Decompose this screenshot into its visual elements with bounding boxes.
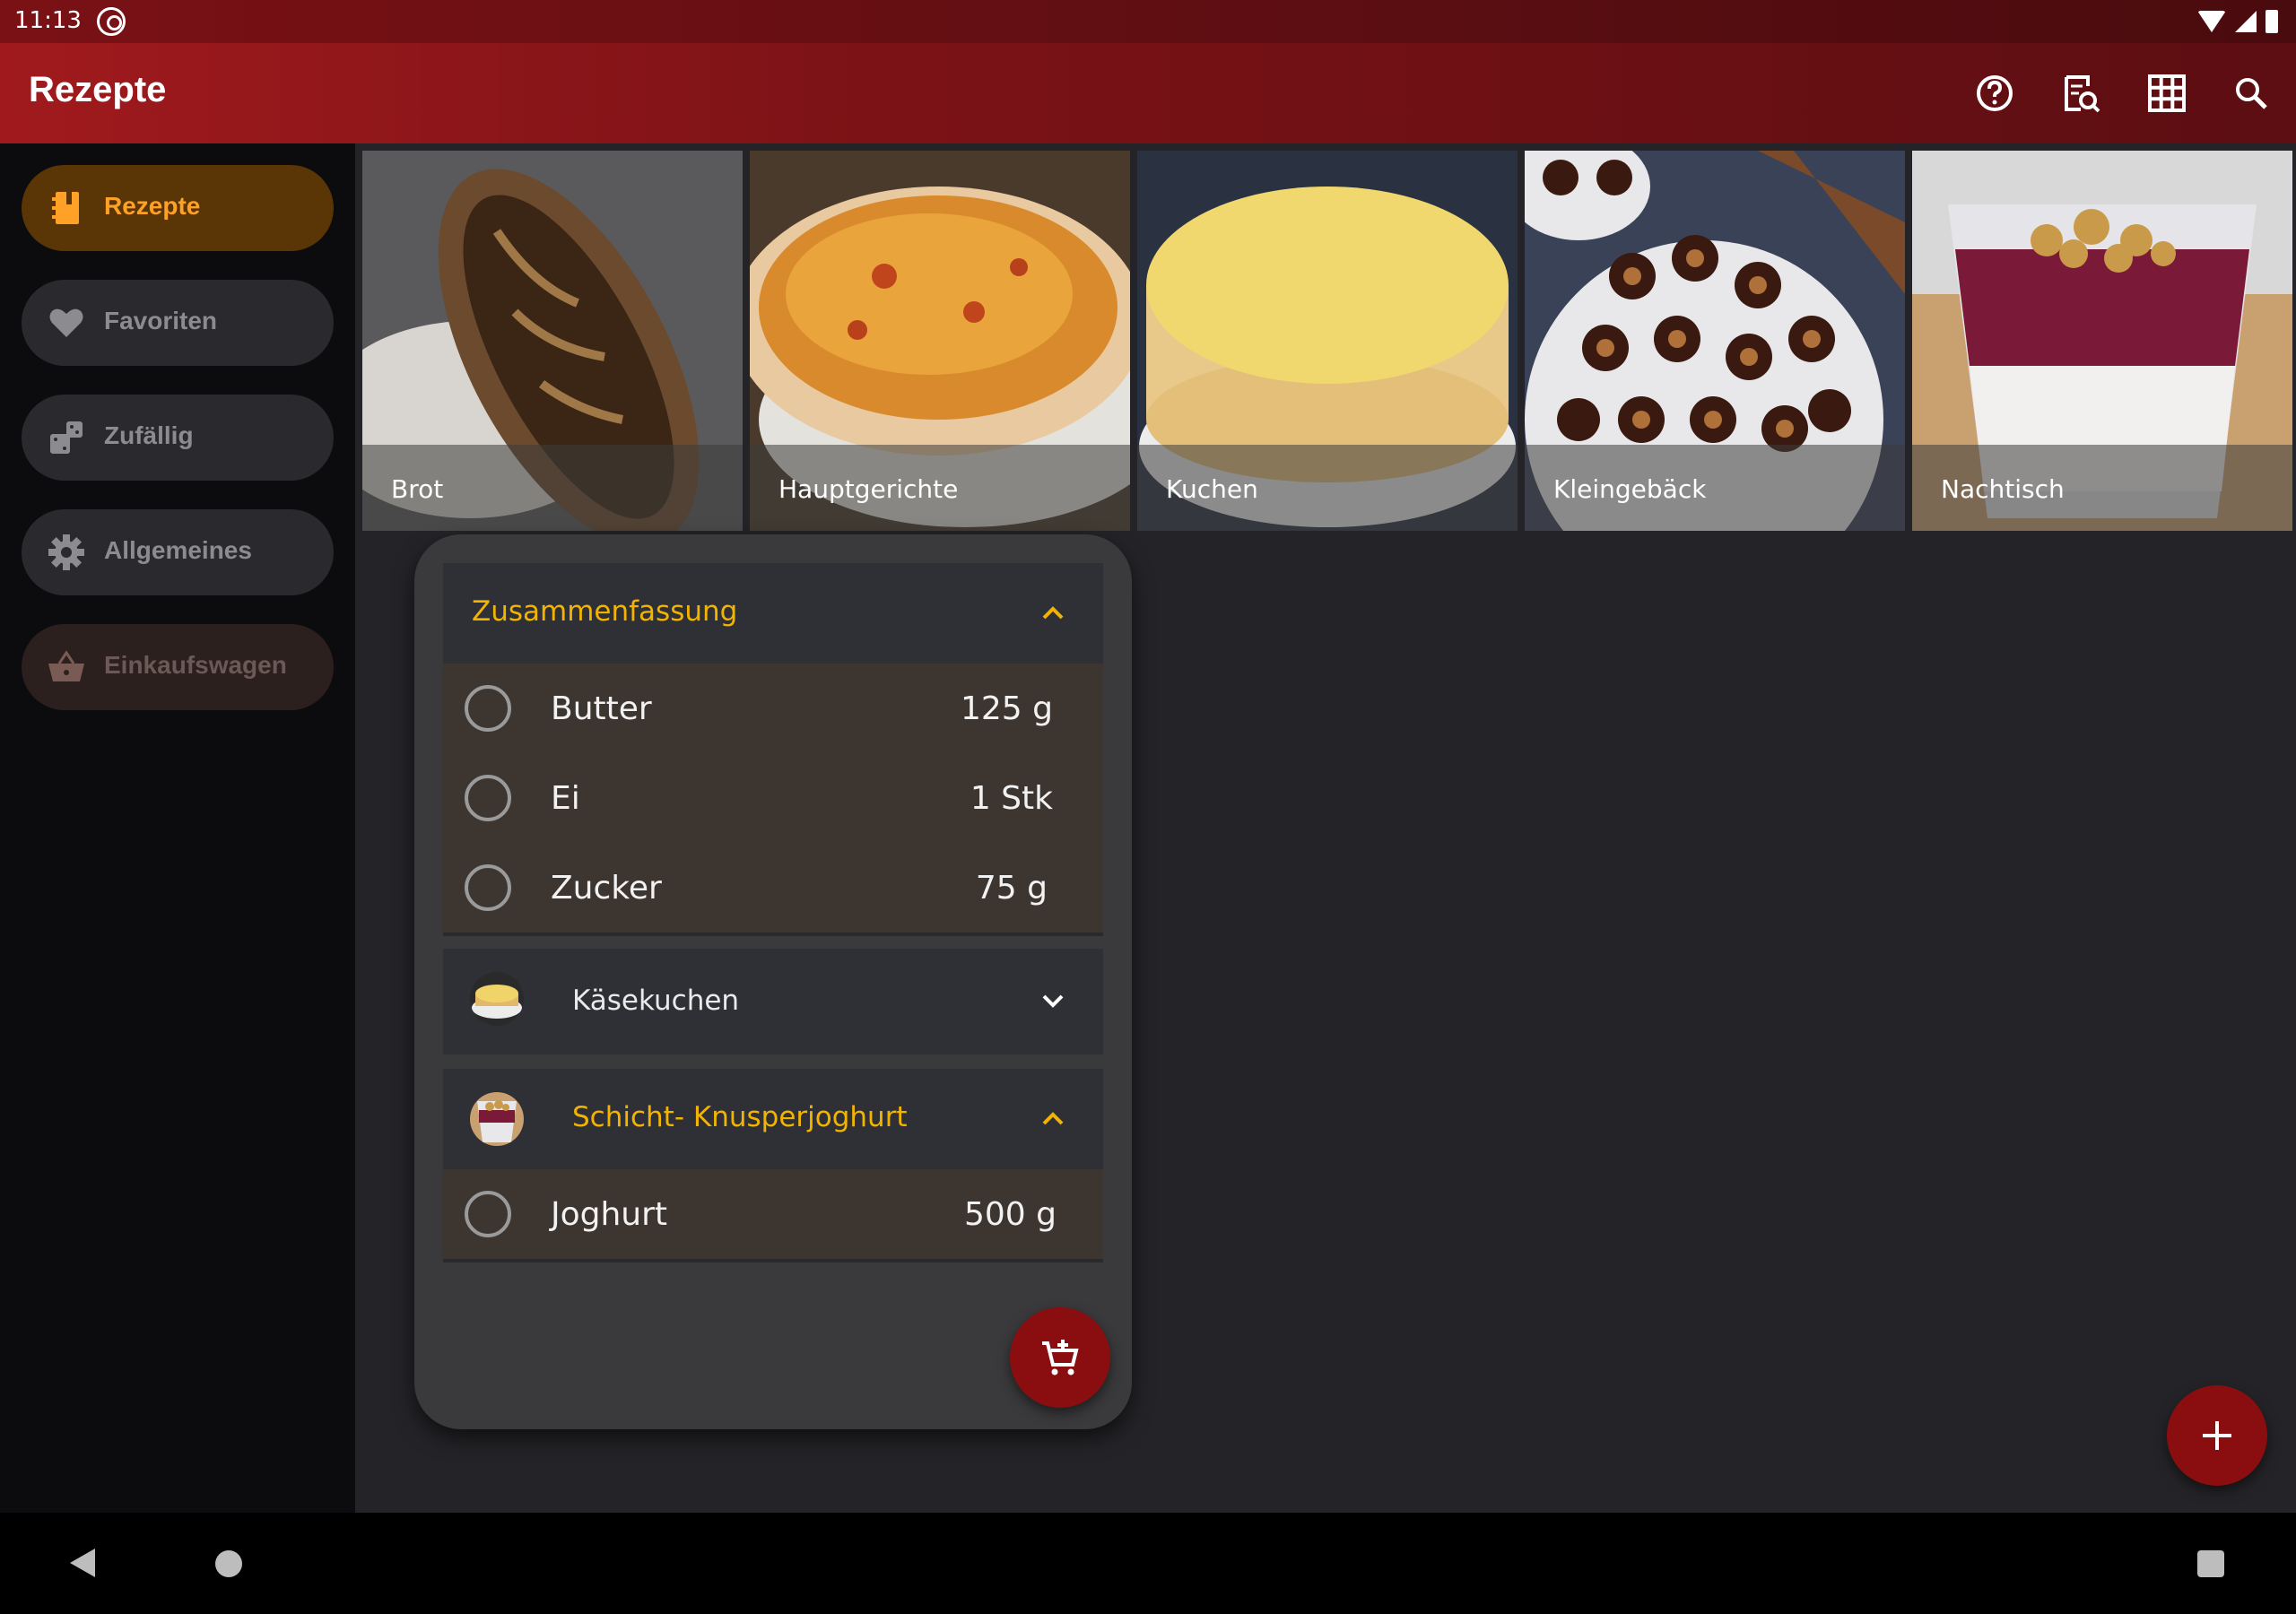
sidebar-item-favoriten[interactable]: Favoriten — [22, 280, 334, 366]
gear-icon — [48, 534, 84, 570]
category-tile-hauptgerichte[interactable]: Hauptgerichte — [750, 151, 1130, 531]
section-header-kaesekuchen[interactable]: Käsekuchen — [443, 949, 1103, 1054]
section-header-zusammenfassung[interactable]: Zusammenfassung — [443, 563, 1103, 664]
section-items: Butter 125 g Ei 1 Stk Zucker 75 g — [443, 664, 1103, 936]
chevron-down-icon[interactable] — [1039, 986, 1067, 1015]
item-quantity: 125 g — [960, 690, 1053, 727]
category-tile-kleingebaeck[interactable]: Kleingebäck — [1525, 151, 1905, 531]
list-item[interactable]: Joghurt 500 g — [443, 1169, 1103, 1259]
status-bar: 11:13 — [0, 0, 2296, 43]
section-title: Zusammenfassung — [472, 595, 738, 628]
notification-icon — [97, 7, 126, 36]
item-name: Ei — [551, 780, 580, 817]
search-icon[interactable] — [2226, 68, 2276, 118]
recents-icon[interactable] — [2197, 1550, 2224, 1577]
item-quantity: 500 g — [963, 1196, 1057, 1233]
wifi-icon — [2197, 11, 2226, 32]
recipe-search-icon[interactable] — [2056, 68, 2106, 118]
dice-icon — [50, 421, 83, 454]
section-items: Joghurt 500 g — [443, 1169, 1103, 1263]
sidebar-item-label: Favoriten — [104, 307, 218, 334]
category-label: Kuchen — [1166, 474, 1258, 504]
list-item[interactable]: Zucker 75 g — [443, 843, 1103, 933]
status-time: 11:13 — [14, 7, 82, 34]
category-tile-brot[interactable]: Brot — [362, 151, 743, 531]
category-label: Nachtisch — [1941, 474, 2065, 504]
item-quantity: 1 Stk — [970, 780, 1053, 817]
add-recipe-button[interactable] — [2167, 1385, 2267, 1486]
chevron-up-icon[interactable] — [1039, 1105, 1067, 1133]
category-label: Kleingebäck — [1553, 474, 1707, 504]
plus-icon — [2215, 1421, 2219, 1450]
item-quantity: 75 g — [975, 870, 1048, 907]
status-indicators — [2197, 9, 2278, 34]
basket-icon — [48, 650, 84, 681]
item-name: Butter — [551, 690, 652, 727]
battery-icon — [2266, 10, 2278, 33]
sidebar-item-einkaufswagen[interactable]: Einkaufswagen — [22, 624, 334, 710]
sidebar-item-label: Zufällig — [104, 421, 194, 449]
help-icon[interactable] — [1970, 68, 2020, 118]
add-to-cart-button[interactable] — [1010, 1307, 1110, 1408]
category-label: Brot — [391, 474, 444, 504]
item-name: Zucker — [551, 870, 662, 907]
sidebar-item-label: Einkaufswagen — [104, 651, 287, 679]
cheesecake-thumbnail — [470, 972, 524, 1026]
category-tile-kuchen[interactable]: Kuchen — [1137, 151, 1518, 531]
chevron-up-icon[interactable] — [1039, 599, 1067, 628]
home-icon[interactable] — [215, 1550, 242, 1577]
section-title: Schicht- Knusperjoghurt — [572, 1101, 908, 1133]
section-title: Käsekuchen — [572, 985, 740, 1017]
sidebar: Rezepte Favoriten Zufällig Allgemeines E… — [0, 143, 355, 1513]
category-label: Hauptgerichte — [778, 474, 959, 504]
app-bar: Rezepte — [0, 43, 2296, 143]
cart-plus-icon — [1042, 1340, 1079, 1375]
page-title: Rezepte — [29, 70, 167, 109]
shopping-list-card: Zusammenfassung Butter 125 g Ei 1 Stk Zu… — [414, 534, 1132, 1429]
section-header-schicht-knusperjoghurt[interactable]: Schicht- Knusperjoghurt — [443, 1069, 1103, 1169]
screen: 11:13 Rezepte Rezepte Favoriten Zufällig… — [0, 0, 2296, 1614]
sidebar-item-rezepte[interactable]: Rezepte — [22, 165, 334, 251]
dessert-thumbnail — [470, 1092, 524, 1146]
item-checkbox[interactable] — [465, 685, 511, 732]
item-name: Joghurt — [551, 1196, 668, 1233]
heart-icon — [49, 308, 83, 337]
sidebar-item-allgemeines[interactable]: Allgemeines — [22, 509, 334, 595]
sidebar-item-zufaellig[interactable]: Zufällig — [22, 395, 334, 481]
back-icon[interactable] — [70, 1549, 95, 1577]
item-checkbox[interactable] — [465, 864, 511, 911]
recipe-book-icon — [52, 192, 79, 224]
system-navigation-bar — [0, 1513, 2296, 1614]
sidebar-item-label: Allgemeines — [104, 536, 252, 564]
grid-icon[interactable] — [2142, 68, 2192, 118]
signal-icon — [2235, 11, 2257, 32]
item-checkbox[interactable] — [465, 775, 511, 821]
sidebar-item-label: Rezepte — [104, 192, 201, 220]
list-item[interactable]: Ei 1 Stk — [443, 753, 1103, 843]
category-strip: Brot Hauptgerichte Kuchen Kleingebäck Na… — [362, 151, 2296, 531]
list-item[interactable]: Butter 125 g — [443, 664, 1103, 753]
item-checkbox[interactable] — [465, 1191, 511, 1237]
category-tile-nachtisch[interactable]: Nachtisch — [1912, 151, 2292, 531]
